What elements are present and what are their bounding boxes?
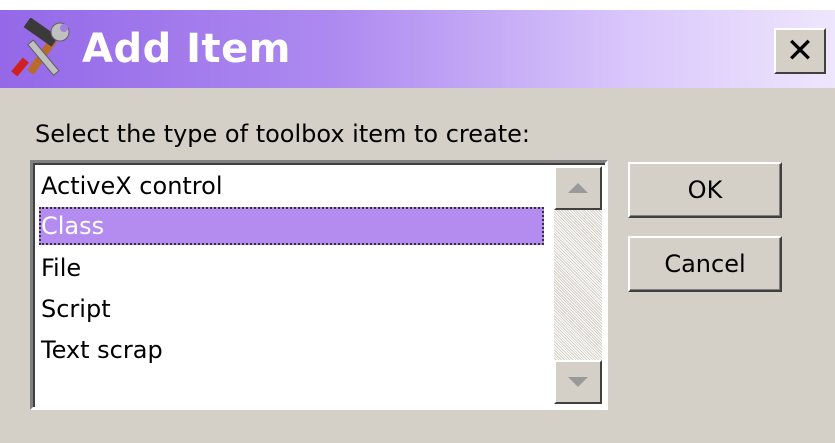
down-arrow-icon [568,377,588,387]
tools-icon [11,18,70,77]
window-title: Add Item [82,26,291,72]
close-icon: ✕ [785,31,815,71]
add-item-dialog: Add Item ✕ Select the type of toolbox it… [0,10,835,443]
list-item-script[interactable]: Script [39,290,544,328]
scroll-down-button[interactable] [554,360,602,404]
vertical-scrollbar[interactable] [554,166,602,404]
cancel-button[interactable]: Cancel [628,236,782,292]
instruction-label: Select the type of toolbox item to creat… [35,120,530,148]
list-item-text-scrap[interactable]: Text scrap [39,331,544,369]
item-type-listbox[interactable]: ActiveX control Class File Script Text s… [30,160,608,410]
list-item-activex-control[interactable]: ActiveX control [39,167,544,205]
scroll-up-button[interactable] [554,166,602,210]
list-item-file[interactable]: File [39,249,544,287]
title-bar: Add Item ✕ [0,10,835,88]
close-button[interactable]: ✕ [774,28,826,74]
up-arrow-icon [568,183,588,193]
list-item-class[interactable]: Class [39,207,544,245]
ok-button[interactable]: OK [628,162,782,218]
